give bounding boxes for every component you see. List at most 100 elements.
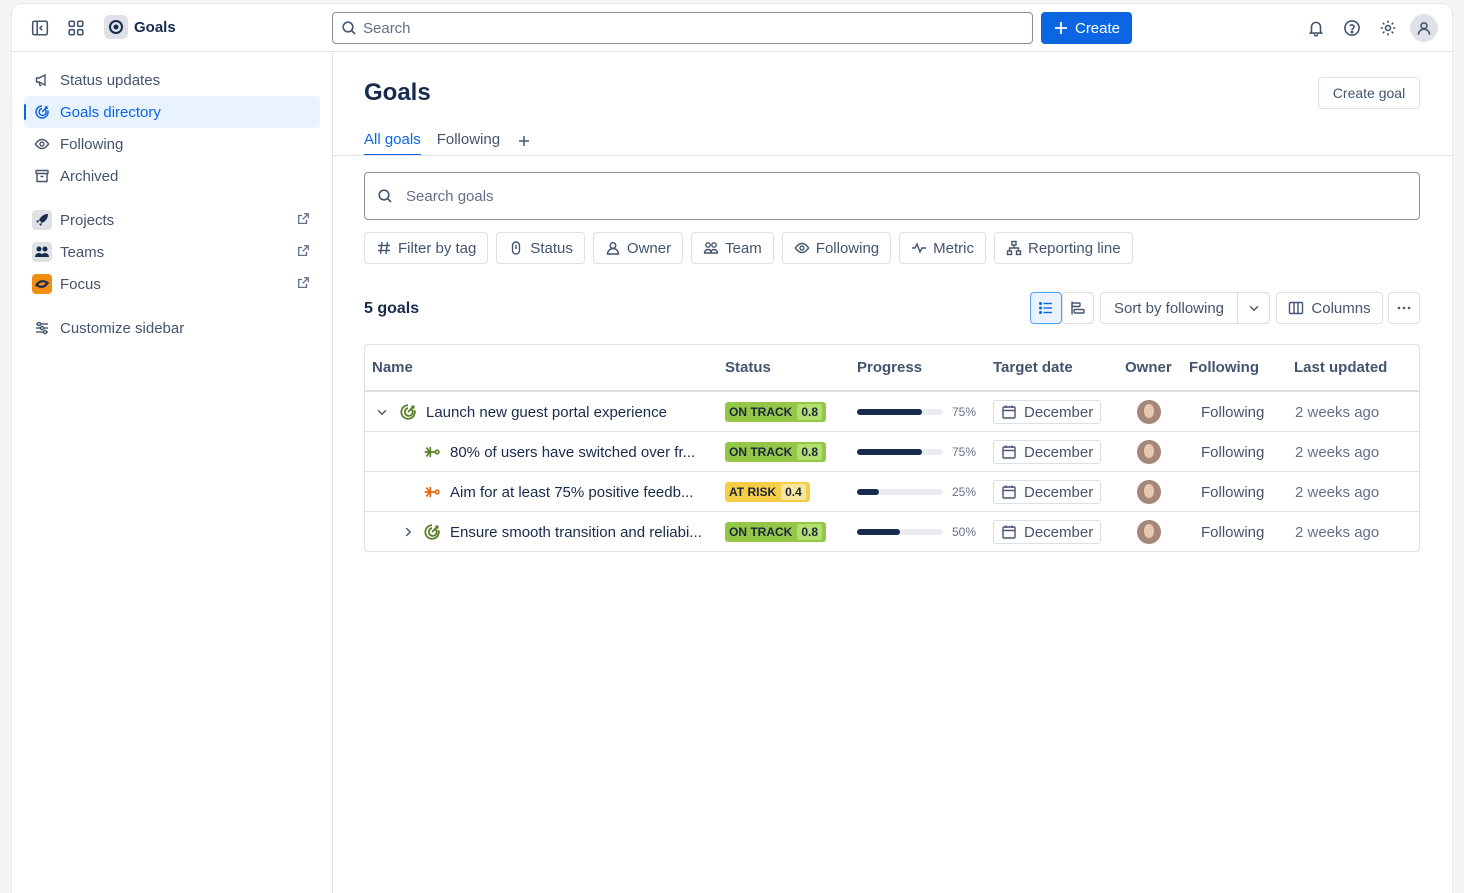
- target-date-button[interactable]: December: [993, 480, 1102, 504]
- sort-by-button[interactable]: Sort by following: [1100, 292, 1238, 324]
- columns-label: Columns: [1311, 299, 1371, 317]
- owner-avatar[interactable]: [1137, 440, 1161, 464]
- owner-avatar[interactable]: [1137, 400, 1161, 424]
- more-options-button[interactable]: [1388, 292, 1420, 324]
- sidebar-item-projects[interactable]: Projects: [24, 204, 320, 236]
- settings-gear-icon[interactable]: [1374, 14, 1402, 42]
- filter-following-button[interactable]: Following: [781, 232, 892, 264]
- column-header-status[interactable]: Status: [725, 359, 771, 376]
- target-date-text: December: [1024, 523, 1094, 541]
- goal-target-icon: [32, 102, 52, 122]
- create-goal-button[interactable]: Create goal: [1318, 77, 1420, 109]
- create-button[interactable]: Create: [1041, 12, 1132, 44]
- ellipsis-icon: [1397, 306, 1411, 310]
- filter-reporting-line-button[interactable]: Reporting line: [994, 232, 1133, 264]
- last-updated: 2 weeks ago: [1295, 523, 1380, 541]
- table-row[interactable]: Aim for at least 75% positive feedb... A…: [365, 472, 1419, 512]
- progress-bar: [857, 529, 943, 535]
- status-lozenge[interactable]: AT RISK 0.4: [725, 482, 810, 502]
- progress-bar: [857, 409, 943, 415]
- target-date-text: December: [1024, 403, 1094, 421]
- filter-owner-button[interactable]: Owner: [592, 232, 684, 264]
- eye-icon: [794, 242, 810, 254]
- sidebar: Status updates Goals directory Following…: [12, 52, 333, 893]
- plus-icon: [1054, 22, 1067, 34]
- sort-dropdown-button[interactable]: [1237, 292, 1270, 324]
- status-lozenge-icon: [512, 241, 521, 255]
- filter-team-button[interactable]: Team: [691, 232, 774, 264]
- following-status[interactable]: Following: [1201, 524, 1264, 541]
- owner-avatar[interactable]: [1137, 520, 1161, 544]
- sidebar-item-status-updates[interactable]: Status updates: [24, 64, 320, 96]
- metric-branch-icon: [423, 472, 441, 512]
- help-icon[interactable]: [1338, 14, 1366, 42]
- column-header-following[interactable]: Following: [1189, 359, 1259, 376]
- status-text: ON TRACK: [729, 525, 793, 539]
- progress-percent: 75%: [952, 445, 977, 459]
- add-tab-plus-icon[interactable]: [516, 130, 532, 150]
- column-header-target-date[interactable]: Target date: [993, 359, 1073, 376]
- filter-status-button[interactable]: Status: [496, 232, 585, 264]
- tab-all-goals[interactable]: All goals: [364, 130, 421, 156]
- target-date-button[interactable]: December: [993, 520, 1102, 544]
- filter-by-tag-button[interactable]: Filter by tag: [364, 232, 489, 264]
- status-lozenge[interactable]: ON TRACK 0.8: [725, 442, 827, 462]
- goal-name[interactable]: Ensure smooth transition and reliabi...: [450, 524, 702, 541]
- goals-app-window: Goals Search Create Status updates Goals…: [12, 4, 1452, 893]
- profile-avatar-icon[interactable]: [1410, 14, 1438, 42]
- sliders-icon: [32, 318, 52, 338]
- collapse-chevron-down-icon[interactable]: [375, 392, 395, 432]
- following-status[interactable]: Following: [1201, 444, 1264, 461]
- column-header-last-updated[interactable]: Last updated: [1294, 359, 1387, 376]
- target-date-text: December: [1024, 443, 1094, 461]
- following-status[interactable]: Following: [1201, 484, 1264, 501]
- column-header-name[interactable]: Name: [372, 359, 413, 376]
- sidebar-toggle-icon[interactable]: [26, 14, 54, 42]
- sidebar-item-archived[interactable]: Archived: [24, 160, 320, 192]
- following-status[interactable]: Following: [1201, 404, 1264, 421]
- app-switcher-icon[interactable]: [62, 14, 90, 42]
- sidebar-item-teams[interactable]: Teams: [24, 236, 320, 268]
- goal-name[interactable]: Launch new guest portal experience: [426, 404, 667, 421]
- sidebar-item-goals-directory[interactable]: Goals directory: [24, 96, 320, 128]
- status-score: 0.8: [797, 444, 823, 460]
- filter-metric-button[interactable]: Metric: [899, 232, 986, 264]
- goal-name[interactable]: 80% of users have switched over fr...: [450, 444, 695, 461]
- external-link-icon[interactable]: [296, 276, 310, 290]
- external-link-icon[interactable]: [296, 244, 310, 258]
- column-header-progress[interactable]: Progress: [857, 359, 922, 376]
- expand-chevron-right-icon[interactable]: [401, 512, 421, 552]
- main-content: Goals Create goal All goals Following Se…: [333, 52, 1452, 893]
- metric-branch-icon: [423, 432, 441, 472]
- owner-avatar[interactable]: [1137, 480, 1161, 504]
- search-goals-input[interactable]: Search goals: [364, 172, 1420, 220]
- goal-count: 5 goals: [364, 300, 420, 317]
- sidebar-item-focus[interactable]: Focus: [24, 268, 320, 300]
- goals-logo-icon[interactable]: [104, 15, 128, 39]
- column-header-owner[interactable]: Owner: [1125, 359, 1172, 376]
- status-text: ON TRACK: [729, 445, 793, 459]
- progress-cell: 75%: [857, 392, 976, 432]
- table-row[interactable]: Ensure smooth transition and reliabi... …: [365, 512, 1419, 552]
- list-view-button[interactable]: [1030, 292, 1062, 324]
- global-search-input[interactable]: Search: [332, 12, 1033, 44]
- columns-button[interactable]: Columns: [1276, 292, 1383, 324]
- person-icon: [606, 242, 620, 255]
- table-row[interactable]: 80% of users have switched over fr... ON…: [365, 432, 1419, 472]
- app-name[interactable]: Goals: [134, 19, 176, 36]
- table-row[interactable]: Launch new guest portal experience ON TR…: [365, 392, 1419, 432]
- target-date-button[interactable]: December: [993, 440, 1102, 464]
- notifications-bell-icon[interactable]: [1302, 14, 1330, 42]
- filter-label: Reporting line: [1028, 239, 1121, 257]
- sidebar-item-following[interactable]: Following: [24, 128, 320, 160]
- sidebar-item-customize-sidebar[interactable]: Customize sidebar: [24, 312, 320, 344]
- status-lozenge[interactable]: ON TRACK 0.8: [725, 522, 827, 542]
- tab-following[interactable]: Following: [437, 130, 500, 156]
- timeline-view-button[interactable]: [1062, 292, 1094, 324]
- goal-name[interactable]: Aim for at least 75% positive feedb...: [450, 484, 693, 501]
- sidebar-item-label: Customize sidebar: [60, 319, 185, 337]
- target-date-button[interactable]: December: [993, 400, 1102, 424]
- progress-fill: [857, 489, 879, 495]
- status-lozenge[interactable]: ON TRACK 0.8: [725, 402, 827, 422]
- external-link-icon[interactable]: [296, 212, 310, 226]
